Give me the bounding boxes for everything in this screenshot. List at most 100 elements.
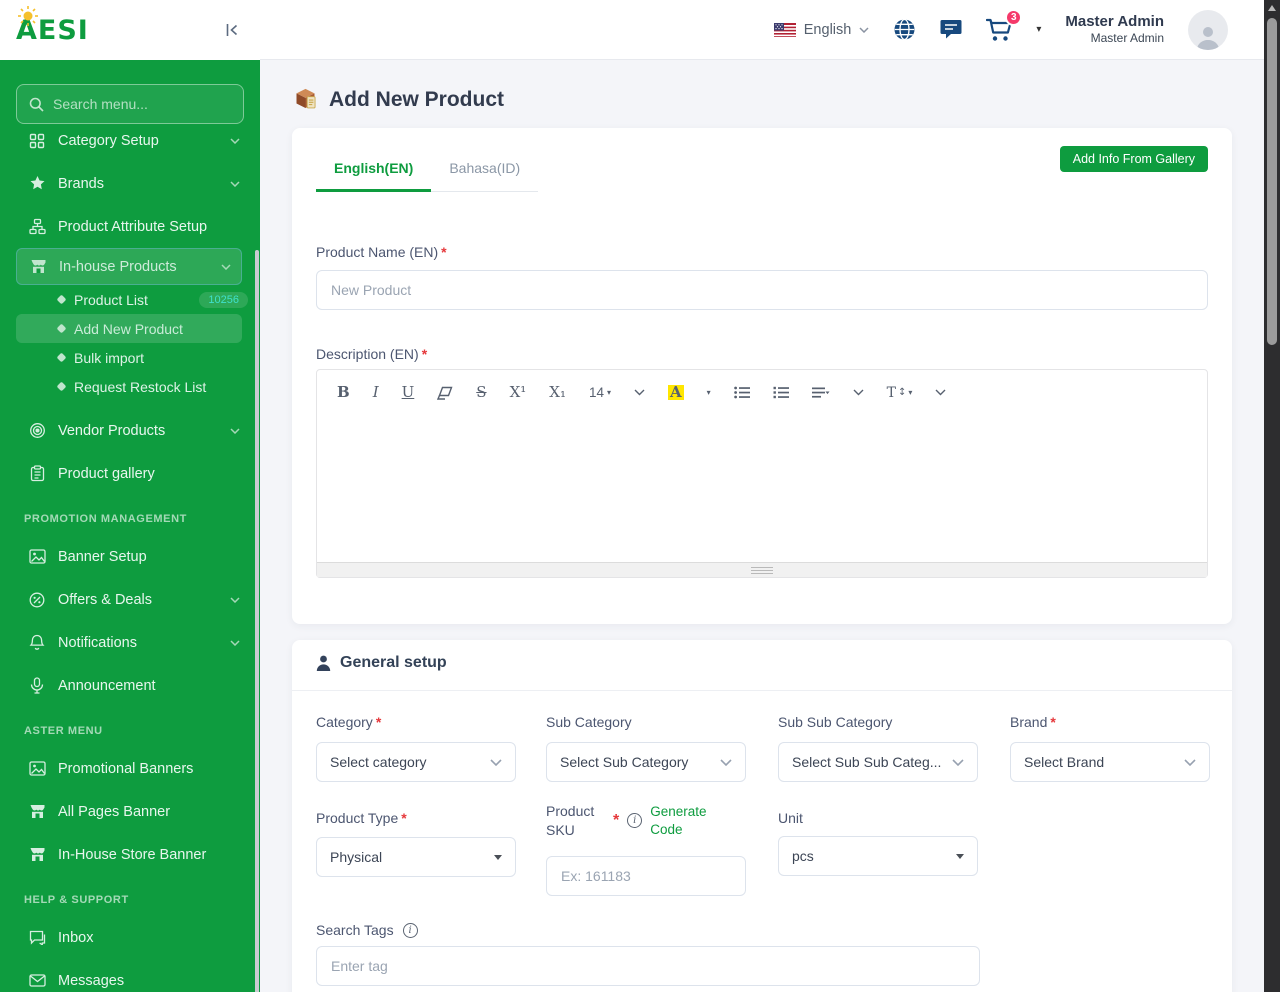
grip-icon	[751, 566, 773, 574]
italic-button[interactable]: I	[373, 385, 379, 400]
grid-icon	[28, 133, 46, 149]
tab-english[interactable]: English(EN)	[316, 150, 432, 192]
menu-search[interactable]	[16, 84, 244, 124]
user-role: Master Admin	[1090, 31, 1164, 46]
sidebar-item-category-setup[interactable]: Category Setup	[0, 119, 260, 162]
chat-icon[interactable]	[940, 19, 962, 40]
unordered-list-button[interactable]	[733, 386, 750, 399]
sidebar-item-promotional-banners[interactable]: Promotional Banners	[0, 747, 260, 790]
ordered-list-button[interactable]	[773, 386, 789, 399]
caret-down-icon: ▾	[908, 387, 913, 397]
tab-bahasa[interactable]: Bahasa(ID)	[431, 150, 539, 192]
scrollbar-thumb[interactable]	[1267, 18, 1277, 345]
envelope-icon	[28, 974, 46, 987]
bullet-icon	[56, 323, 67, 334]
sidebar-item-in-house-store-banner[interactable]: In-House Store Banner	[0, 833, 260, 876]
font-color-caret[interactable]: ▾	[707, 388, 711, 397]
sub-category-select[interactable]: Select Sub Category	[546, 742, 746, 782]
required-mark: *	[441, 244, 447, 260]
product-language-card: English(EN) Bahasa(ID) Add Info From Gal…	[292, 128, 1232, 624]
sidebar-collapse-icon[interactable]	[224, 22, 240, 38]
editor-resize-handle[interactable]	[317, 562, 1207, 577]
line-height-dropdown[interactable]: T ↕ ▾	[887, 386, 913, 400]
product-type-select[interactable]: Physical	[316, 837, 516, 877]
page-header: Add New Product	[292, 86, 504, 113]
font-color-button[interactable]: A	[668, 385, 684, 400]
language-selector[interactable]: English	[773, 22, 870, 38]
sidebar-menu: Category Setup Brands Product Attribute …	[0, 60, 260, 992]
sidebar-item-product-gallery[interactable]: Product gallery	[0, 452, 260, 495]
generate-code-link[interactable]: Generate Code	[650, 803, 714, 839]
sidebar-item-bulk-import[interactable]: Bulk import	[0, 343, 260, 372]
percent-icon	[28, 592, 46, 608]
info-icon[interactable]: i	[627, 813, 643, 829]
sidebar-item-offers-deals[interactable]: Offers & Deals	[0, 578, 260, 621]
font-size-chevron[interactable]	[634, 389, 645, 396]
section-aster-menu: ASTER MENU	[24, 725, 103, 737]
sidebar-item-inbox[interactable]: Inbox	[0, 916, 260, 959]
sub-sub-category-label: Sub Sub Category	[778, 714, 893, 730]
sidebar-item-brands[interactable]: Brands	[0, 162, 260, 205]
sidebar-item-notifications[interactable]: Notifications	[0, 621, 260, 664]
brand-select[interactable]: Select Brand	[1010, 742, 1210, 782]
info-icon[interactable]: i	[402, 922, 418, 938]
sidebar-item-product-attribute-setup[interactable]: Product Attribute Setup	[0, 205, 260, 248]
scroll-up-arrow[interactable]	[1267, 5, 1276, 11]
sidebar-header: AESI	[0, 0, 260, 60]
sidebar-item-vendor-products[interactable]: Vendor Products	[0, 409, 260, 452]
user-menu[interactable]: Master Admin Master Admin	[1065, 13, 1164, 47]
image-icon	[28, 549, 46, 564]
sidebar-item-product-list[interactable]: Product List 10256	[0, 285, 260, 314]
person-icon	[316, 655, 331, 671]
font-size-dropdown[interactable]: 14 ▾	[589, 386, 611, 400]
sidebar-item-announcement[interactable]: Announcement	[0, 664, 260, 707]
sidebar-item-messages[interactable]: Messages	[0, 959, 260, 992]
chevron-down-icon	[490, 758, 502, 766]
bold-button[interactable]: B	[337, 385, 350, 400]
general-setup-header: General setup	[316, 654, 447, 672]
remove-format-icon[interactable]	[437, 386, 453, 400]
store-icon	[28, 846, 46, 863]
caret-down-icon	[494, 854, 502, 860]
menu-search-input[interactable]	[53, 96, 234, 112]
microphone-icon	[28, 677, 46, 694]
paragraph-chevron[interactable]	[853, 389, 864, 396]
us-flag-icon	[773, 22, 796, 37]
description-label: Description (EN) *	[316, 346, 428, 362]
chevron-down-icon	[1184, 758, 1196, 766]
search-tags-input[interactable]	[316, 946, 980, 986]
sub-sub-category-select[interactable]: Select Sub Sub Categ...	[778, 742, 978, 782]
sidebar-item-in-house-products[interactable]: In-house Products	[16, 248, 242, 285]
sidebar-item-request-restock-list[interactable]: Request Restock List	[0, 372, 260, 401]
strikethrough-button[interactable]: S	[476, 385, 486, 400]
product-sku-label: Product SKU	[546, 803, 595, 838]
add-info-from-gallery-button[interactable]: Add Info From Gallery	[1059, 146, 1208, 172]
updown-arrows-icon: ↕	[898, 386, 907, 398]
unit-select[interactable]: pcs	[778, 836, 978, 876]
product-type-label: Product Type *	[316, 810, 407, 826]
sidebar-item-banner-setup[interactable]: Banner Setup	[0, 535, 260, 578]
required-mark: *	[421, 346, 428, 362]
cart-button[interactable]: 3	[986, 8, 1023, 42]
paragraph-align-button[interactable]	[811, 387, 830, 399]
globe-icon[interactable]	[893, 18, 916, 41]
sidebar-item-all-pages-banner[interactable]: All Pages Banner	[0, 790, 260, 833]
chevron-down-icon	[952, 758, 964, 766]
sidebar-item-add-new-product[interactable]: Add New Product	[16, 314, 242, 343]
line-height-chevron[interactable]	[935, 389, 946, 396]
user-dropdown-caret[interactable]: ▾	[1036, 24, 1041, 35]
superscript-button[interactable]: X¹	[510, 385, 527, 400]
product-name-input[interactable]	[316, 270, 1208, 310]
category-select[interactable]: Select category	[316, 742, 516, 782]
subscript-button[interactable]: X₁	[549, 385, 566, 400]
search-icon	[29, 97, 44, 112]
avatar[interactable]	[1188, 9, 1228, 50]
editor-content-area[interactable]	[317, 406, 1207, 562]
product-sku-input[interactable]	[546, 856, 746, 896]
sitemap-icon	[28, 218, 46, 235]
product-name-label: Product Name (EN) *	[316, 244, 447, 260]
underline-button[interactable]: U	[402, 385, 415, 400]
app-logo[interactable]: AESI	[16, 5, 89, 46]
general-setup-title: General setup	[340, 654, 447, 671]
sidebar-scrollbar-thumb[interactable]	[255, 250, 259, 992]
